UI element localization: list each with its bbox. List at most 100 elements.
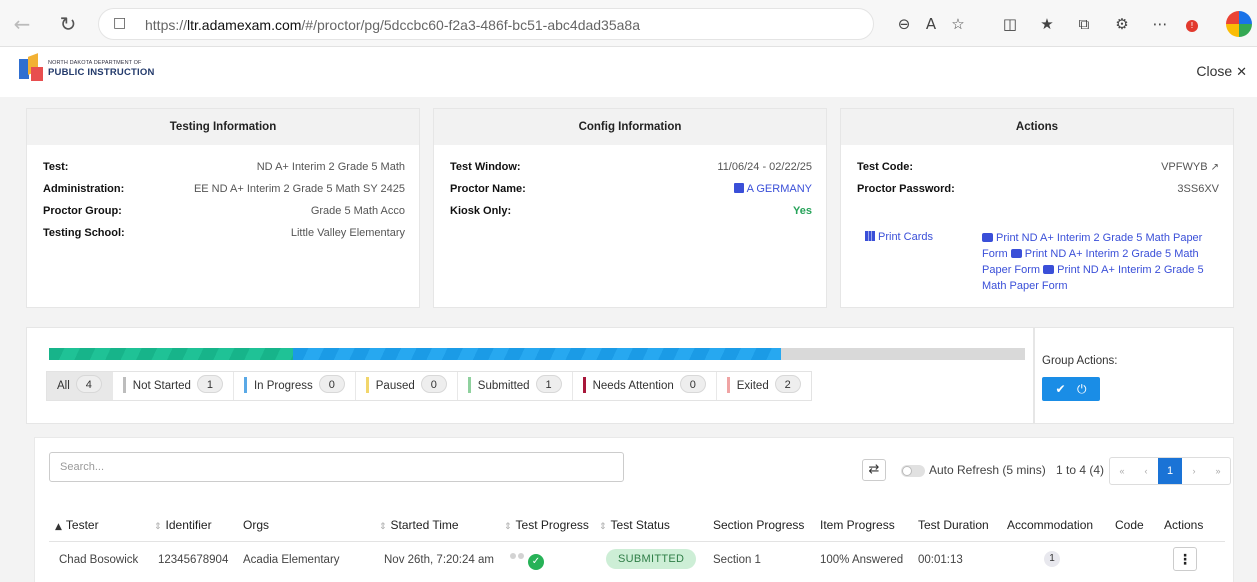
- check-circle-icon: ✓: [528, 554, 544, 570]
- group-actions-panel: Group Actions: ✔ ⏻: [1034, 327, 1234, 424]
- actions-card: Actions Test Code: VPFWYB ↗ Proctor Pass…: [840, 108, 1234, 308]
- config-row-kiosk: Kiosk Only: Yes: [450, 205, 812, 217]
- page-1-button[interactable]: 1: [1158, 458, 1182, 484]
- proctor-page: NORTH DAKOTA DEPARTMENT OF PUBLIC INSTRU…: [0, 47, 1257, 582]
- cell-section-progress: Section 1: [713, 554, 761, 566]
- card-title: Actions: [841, 109, 1233, 145]
- table-row[interactable]: Chad Bosowick 12345678904 Acadia Element…: [49, 542, 1225, 580]
- column-tester[interactable]: ▲ Tester: [55, 518, 99, 532]
- more-menu-icon[interactable]: ⋯: [1149, 13, 1171, 35]
- card-title: Testing Information: [27, 109, 419, 145]
- auto-refresh-toggle[interactable]: [901, 465, 925, 477]
- progress-segment-exited: [293, 348, 781, 360]
- pagination: «‹ 1 ›»: [1109, 457, 1231, 485]
- column-code: Code: [1115, 518, 1144, 532]
- accommodation-badge[interactable]: 1: [1044, 551, 1060, 567]
- refresh-button[interactable]: ⇄: [862, 459, 886, 481]
- cell-tester: Chad Bosowick: [59, 554, 139, 566]
- info-row-testing-school: Testing School: Little Valley Elementary: [43, 227, 405, 239]
- filter-all[interactable]: All 4: [47, 372, 113, 400]
- test-code-value[interactable]: VPFWYB ↗: [1161, 161, 1219, 173]
- action-row-test-code: Test Code: VPFWYB ↗: [857, 161, 1219, 173]
- read-aloud-icon[interactable]: A: [920, 13, 942, 35]
- expand-icon[interactable]: ↗: [1211, 162, 1219, 173]
- pagination-range: 1 to 4 (4): [1056, 463, 1105, 477]
- logo-subtitle: NORTH DAKOTA DEPARTMENT OF: [48, 60, 142, 66]
- url-text: https://ltr.adamexam.com/#/proctor/pg/5d…: [145, 17, 640, 33]
- cell-orgs: Acadia Elementary: [243, 554, 340, 566]
- close-button[interactable]: Close ✕: [1196, 63, 1247, 80]
- lock-icon: □: [113, 15, 127, 31]
- copilot-icon[interactable]: [1226, 11, 1252, 37]
- filter-exited[interactable]: Exited 2: [717, 372, 811, 400]
- print-forms-links: Print ND A+ Interim 2 Grade 5 Math Paper…: [982, 230, 1222, 294]
- column-accommodation: Accommodation: [1007, 518, 1094, 532]
- tester-table-panel: ⇄ Auto Refresh (5 mins) 1 to 4 (4) «‹1›»…: [34, 437, 1234, 582]
- last-page-button[interactable]: »: [1206, 458, 1230, 484]
- column-section-progress: Section Progress: [713, 518, 805, 532]
- edit-proctor-name-link[interactable]: A GERMANY: [733, 183, 812, 195]
- row-actions-menu-button[interactable]: ⋮: [1173, 547, 1197, 571]
- ndpi-logo-icon: [19, 53, 43, 83]
- status-filter-group: All 4 Not Started 1 In Progress 0 Paused 0 S…: [46, 371, 812, 401]
- filter-not-started[interactable]: Not Started 1: [113, 372, 234, 400]
- favorite-star-icon[interactable]: ☆: [947, 13, 969, 35]
- power-icon: ⏻: [1077, 382, 1087, 396]
- auto-refresh-label: Auto Refresh (5 mins): [929, 463, 1046, 477]
- printer-icon: [1010, 249, 1022, 258]
- column-item-progress: Item Progress: [820, 518, 895, 532]
- print-cards-button[interactable]: Print Cards: [865, 231, 933, 243]
- progress-segment-submitted: [49, 348, 293, 360]
- group-actions-title: Group Actions:: [1042, 355, 1118, 367]
- close-icon: ✕: [1236, 65, 1247, 80]
- prev-page-button[interactable]: ‹: [1134, 458, 1158, 484]
- first-page-button[interactable]: «: [1110, 458, 1134, 484]
- cell-test-duration: 00:01:13: [918, 554, 963, 566]
- notification-badge-icon: !: [1186, 20, 1198, 32]
- grid-icon: [865, 231, 875, 241]
- config-information-card: Config Information Test Window: 11/06/24…: [433, 108, 827, 308]
- info-row-test: Test: ND A+ Interim 2 Grade 5 Math: [43, 161, 405, 173]
- printer-icon: [982, 233, 993, 242]
- app-header: NORTH DAKOTA DEPARTMENT OF PUBLIC INSTRU…: [0, 47, 1257, 97]
- info-row-proctor-group: Proctor Group: Grade 5 Math Acco: [43, 205, 405, 217]
- column-test-progress[interactable]: ⇕ Test Progress: [504, 518, 589, 532]
- column-test-status[interactable]: ⇕ Test Status: [599, 518, 670, 532]
- favorites-list-icon[interactable]: ★: [1036, 13, 1058, 35]
- status-badge: SUBMITTED: [606, 549, 697, 569]
- filter-in-progress[interactable]: In Progress 0: [234, 372, 356, 400]
- status-progress-panel: All 4 Not Started 1 In Progress 0 Paused 0 S…: [26, 327, 1034, 424]
- next-page-button[interactable]: ›: [1182, 458, 1206, 484]
- browser-toolbar: ← ↻ □ https://ltr.adamexam.com/#/proctor…: [0, 0, 1257, 47]
- table-header: ▲ Tester ⇕ Identifier Orgs ⇕ Started Time ⇕…: [49, 508, 1225, 542]
- filter-paused[interactable]: Paused 0: [356, 372, 458, 400]
- extension-icon[interactable]: ⚙: [1111, 13, 1133, 35]
- cell-item-progress: 100% Answered: [820, 554, 904, 566]
- group-actions-button[interactable]: ✔ ⏻: [1042, 377, 1100, 401]
- double-check-icon: ✔: [1055, 382, 1066, 396]
- search-input[interactable]: [49, 452, 624, 482]
- config-row-test-window: Test Window: 11/06/24 - 02/22/25: [450, 161, 812, 173]
- card-title: Config Information: [434, 109, 826, 145]
- info-row-administration: Administration: EE ND A+ Interim 2 Grade…: [43, 183, 405, 195]
- config-row-proctor-name: Proctor Name: A GERMANY: [450, 183, 812, 195]
- collections-icon[interactable]: ⧉: [1073, 13, 1095, 35]
- column-orgs: Orgs: [243, 518, 270, 532]
- back-arrow-icon[interactable]: ←: [10, 12, 34, 36]
- cell-started-time: Nov 26th, 7:20:24 am: [384, 554, 494, 566]
- reload-icon[interactable]: ↻: [56, 12, 80, 36]
- column-test-duration: Test Duration: [918, 518, 989, 532]
- printer-icon: [1043, 265, 1055, 274]
- column-actions: Actions: [1164, 518, 1204, 532]
- testing-information-card: Testing Information Test: ND A+ Interim …: [26, 108, 420, 308]
- filter-submitted[interactable]: Submitted 1: [458, 372, 573, 400]
- filter-needs-attention[interactable]: Needs Attention 0: [573, 372, 717, 400]
- column-identifier[interactable]: ⇕ Identifier: [154, 518, 212, 532]
- column-started-time[interactable]: ⇕ Started Time: [379, 518, 459, 532]
- edit-icon: [733, 183, 744, 193]
- action-row-proctor-password: Proctor Password: 3SS6XV: [857, 183, 1219, 195]
- split-screen-icon[interactable]: ◫: [999, 13, 1021, 35]
- status-progress-bar: [49, 348, 1025, 360]
- zoom-out-icon[interactable]: ⊖: [893, 13, 915, 35]
- address-bar[interactable]: □ https://ltr.adamexam.com/#/proctor/pg/…: [98, 8, 874, 40]
